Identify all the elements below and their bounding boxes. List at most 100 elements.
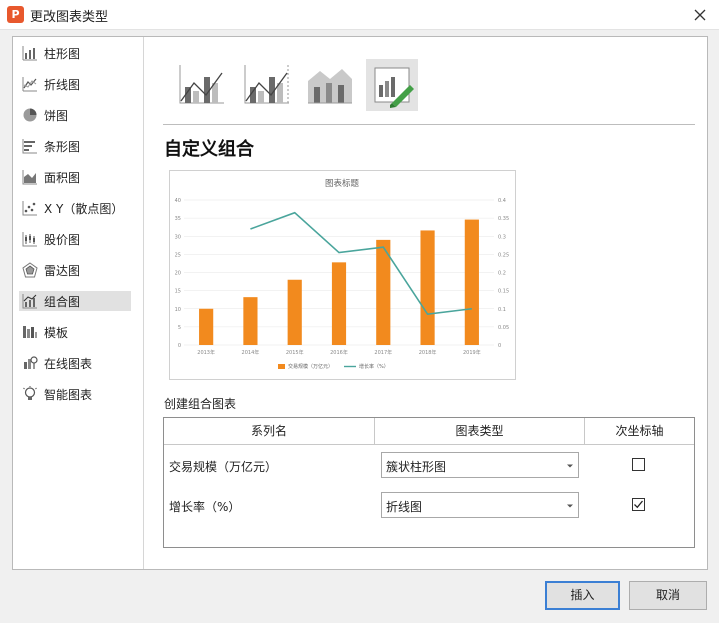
cancel-button[interactable]: 取消 — [629, 581, 707, 610]
column-chart-icon — [22, 46, 37, 61]
legend-label: 增长率（%） — [359, 363, 389, 370]
insert-button[interactable]: 插入 — [545, 581, 620, 610]
sidebar-item-scatter[interactable]: X Y（散点图） — [19, 198, 131, 218]
area-chart-icon — [22, 170, 37, 185]
sidebar-item-label: 模板 — [44, 325, 69, 340]
sidebar-item-template[interactable]: 模板 — [19, 322, 131, 342]
sidebar-item-column[interactable]: 柱形图 — [19, 43, 131, 63]
combo-chart-icon — [22, 294, 37, 309]
y2-tick-label: 0.4 — [498, 198, 506, 204]
x-tick-label: 2014年 — [242, 349, 260, 356]
header-chart-type: 图表类型 — [455, 424, 504, 438]
combo-secondary-axis-icon — [244, 65, 289, 104]
y-tick-label: 5 — [178, 325, 181, 331]
y-tick-label: 40 — [175, 198, 181, 204]
line-series — [250, 211, 472, 316]
sidebar-item-online-chart[interactable]: 在线图表 — [19, 353, 131, 373]
section-title: 自定义组合 — [164, 139, 254, 160]
close-button[interactable] — [689, 4, 711, 26]
sidebar-item-label: 雷达图 — [44, 263, 81, 278]
combo-series-table: 系列名 图表类型 次坐标轴 交易规模（万亿元） 簇状柱形图 增长率（%） 折线图 — [163, 417, 695, 548]
chart-type-select-2[interactable]: 折线图 — [381, 492, 579, 518]
chart-preview: 图表标题 0 5 10 15 20 25 30 35 40 0 0.05 0.1 0.15 0.2 0.25… — [169, 170, 516, 380]
legend-swatch — [278, 364, 285, 369]
series-line — [250, 211, 472, 316]
sidebar-item-smart-chart[interactable]: 智能图表 — [19, 384, 131, 404]
line-chart-icon — [22, 77, 37, 92]
sidebar-item-label: 面积图 — [44, 170, 81, 185]
bar — [464, 219, 479, 345]
y-tick-label: 0 — [178, 343, 181, 349]
sidebar-item-bar[interactable]: 条形图 — [19, 136, 131, 156]
template-icon — [23, 326, 37, 338]
x-tick-label: 2018年 — [419, 349, 437, 356]
radar-chart-icon — [22, 262, 38, 278]
bar — [420, 230, 435, 345]
combo-variant-custom[interactable] — [366, 59, 418, 111]
combo-clustered-line-icon — [179, 65, 224, 104]
select-value: 折线图 — [386, 500, 423, 514]
sidebar-item-stock[interactable]: 股价图 — [19, 229, 131, 249]
sidebar-item-area[interactable]: 面积图 — [19, 167, 131, 187]
content-panel: 自定义组合 图表标题 0 5 10 15 20 25 30 35 40 0 0.05 0.1 0.15 0… — [145, 37, 707, 569]
x-tick-label: 2015年 — [286, 349, 304, 356]
chevron-down-icon — [567, 464, 573, 468]
header-secondary-axis: 次坐标轴 — [615, 424, 664, 438]
sidebar-item-radar[interactable]: 雷达图 — [19, 260, 131, 280]
app-logo-icon: P — [7, 6, 24, 23]
chart-type-sidebar: 柱形图 折线图 饼图 条形图 面积图 X Y（散点图） 股价图 雷达图 组合图 … — [13, 37, 144, 569]
sidebar-item-label: 饼图 — [44, 108, 69, 123]
combo-table-label: 创建组合图表 — [164, 397, 237, 411]
bar — [243, 297, 258, 345]
bar — [287, 279, 302, 345]
sidebar-item-line[interactable]: 折线图 — [19, 74, 131, 94]
y-tick-label: 15 — [175, 289, 181, 295]
x-tick-label: 2016年 — [330, 349, 348, 356]
y2-tick-label: 0.25 — [498, 252, 509, 258]
dialog-frame: 柱形图 折线图 饼图 条形图 面积图 X Y（散点图） 股价图 雷达图 组合图 … — [12, 36, 708, 570]
chevron-down-icon — [567, 504, 573, 508]
sidebar-item-label: 在线图表 — [44, 356, 93, 371]
y2-tick-label: 0.1 — [498, 307, 506, 313]
chart-type-select-1[interactable]: 簇状柱形图 — [381, 452, 579, 478]
sidebar-item-label: 条形图 — [44, 139, 81, 154]
series-name-2: 增长率（%） — [169, 500, 241, 514]
bar-chart-icon — [22, 139, 37, 154]
y2-tick-label: 0.15 — [498, 289, 509, 295]
sidebar-item-label: 股价图 — [44, 232, 81, 247]
x-tick-label: 2013年 — [197, 349, 215, 356]
secondary-axis-checkbox-1[interactable] — [632, 458, 645, 471]
y2-tick-label: 0.05 — [498, 325, 509, 331]
pie-chart-icon — [23, 108, 37, 122]
chart-title: 图表标题 — [325, 178, 360, 189]
stock-chart-icon — [22, 232, 37, 247]
combo-chart: 图表标题 0 5 10 15 20 25 30 35 40 0 0.05 0.1 0.15 0.2 0.25… — [175, 178, 510, 370]
y2-tick-label: 0.3 — [498, 234, 506, 240]
combo-area-column-icon — [308, 69, 352, 104]
smart-chart-icon — [23, 386, 37, 400]
y-tick-label: 35 — [175, 216, 181, 222]
divider — [164, 444, 694, 445]
sidebar-item-label: 智能图表 — [44, 387, 93, 402]
y2-tick-label: 0.35 — [498, 216, 509, 222]
x-tick-label: 2017年 — [374, 349, 392, 356]
online-chart-icon — [24, 356, 38, 369]
dialog-title: 更改图表类型 — [30, 10, 109, 25]
bar — [331, 262, 347, 345]
close-icon — [694, 9, 706, 21]
sidebar-item-combo[interactable]: 组合图 — [19, 291, 131, 311]
bar — [199, 308, 214, 345]
title-bar: P 更改图表类型 — [0, 0, 719, 30]
combo-variant-3[interactable] — [304, 59, 356, 111]
sidebar-item-pie[interactable]: 饼图 — [19, 105, 131, 125]
x-tick-label: 2019年 — [463, 349, 481, 356]
series-name-1: 交易规模（万亿元） — [169, 460, 278, 474]
sidebar-item-label: X Y（散点图） — [44, 201, 124, 216]
combo-variant-1[interactable] — [176, 59, 228, 111]
sidebar-item-label: 柱形图 — [44, 46, 81, 61]
combo-variant-2[interactable] — [241, 59, 293, 111]
y-tick-label: 10 — [175, 307, 181, 313]
y-tick-label: 25 — [175, 252, 181, 258]
y2-tick-label: 0.2 — [498, 271, 506, 277]
secondary-axis-checkbox-2[interactable] — [632, 498, 645, 511]
